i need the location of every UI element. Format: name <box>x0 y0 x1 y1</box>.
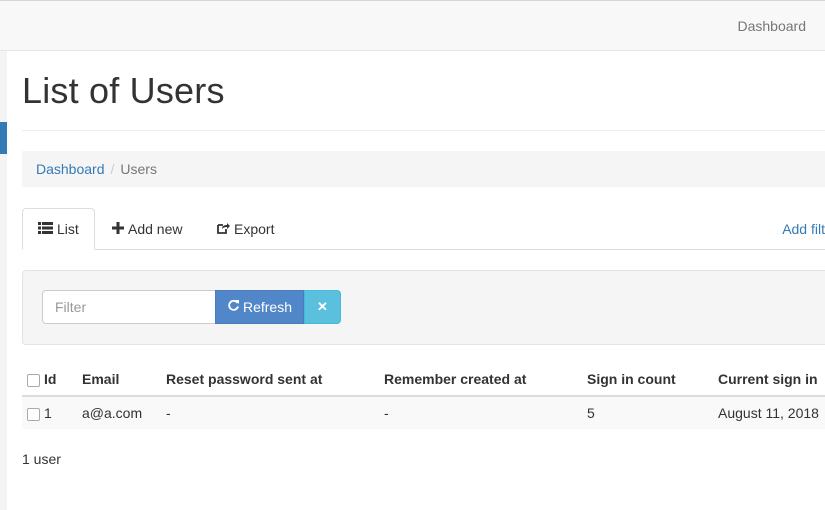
sidebar-edge <box>0 51 7 510</box>
share-icon <box>217 221 230 237</box>
tab-list[interactable]: List <box>22 208 95 250</box>
cell-sign-in-count: 5 <box>587 395 718 429</box>
table-row: 1 a@a.com - - 5 August 11, 2018 <box>22 395 825 429</box>
column-header-remember-created-at[interactable]: Remember created at <box>384 363 587 397</box>
breadcrumb-dashboard-link[interactable]: Dashboard <box>36 161 105 177</box>
column-header-reset-password-sent-at[interactable]: Reset password sent at <box>166 363 384 397</box>
tab-add-new-label: Add new <box>128 221 183 237</box>
refresh-button[interactable]: Refresh <box>215 290 304 324</box>
tab-list-label: List <box>57 221 79 237</box>
row-select-cell <box>22 395 44 429</box>
refresh-button-label: Refresh <box>242 299 293 315</box>
column-header-id[interactable]: Id <box>44 363 82 397</box>
sidebar-active-indicator <box>0 122 7 154</box>
cell-reset-password-sent-at: - <box>166 395 384 429</box>
cell-current-sign-in: August 11, 2018 <box>718 395 825 429</box>
list-icon <box>38 221 53 237</box>
close-icon: ✕ <box>317 299 328 314</box>
refresh-icon <box>227 299 240 315</box>
top-navbar: Dashboard <box>0 0 825 51</box>
record-count: 1 user <box>22 451 61 467</box>
row-checkbox[interactable] <box>27 407 40 421</box>
tab-export-label: Export <box>234 221 275 237</box>
tab-add-new[interactable]: Add new <box>112 208 182 250</box>
users-table: Id Email Reset password sent at Remember… <box>22 363 825 429</box>
cell-remember-created-at: - <box>384 395 587 429</box>
cell-email[interactable]: a@a.com <box>82 395 166 429</box>
select-all-cell <box>22 363 44 397</box>
filter-input[interactable] <box>42 290 216 324</box>
page-title: List of Users <box>22 70 225 111</box>
column-header-sign-in-count[interactable]: Sign in count <box>587 363 718 397</box>
tab-export[interactable]: Export <box>217 208 274 250</box>
filter-panel: Refresh ✕ <box>22 270 825 345</box>
breadcrumb: Dashboard / Users <box>22 151 825 187</box>
clear-filter-button[interactable]: ✕ <box>304 290 341 324</box>
table-header-row: Id Email Reset password sent at Remember… <box>22 363 825 397</box>
navbar-dashboard-link[interactable]: Dashboard <box>738 18 807 34</box>
breadcrumb-current: Users <box>120 161 157 177</box>
column-header-email[interactable]: Email <box>82 363 166 397</box>
cell-id: 1 <box>44 395 82 429</box>
title-divider <box>22 130 825 131</box>
breadcrumb-separator: / <box>110 161 115 177</box>
action-tabs: List Add new Export Add filt <box>22 208 825 250</box>
add-filter-link[interactable]: Add filt <box>782 221 825 237</box>
select-all-checkbox[interactable] <box>27 373 40 387</box>
column-header-current-sign-in[interactable]: Current sign in <box>718 363 825 397</box>
plus-icon <box>112 221 124 237</box>
